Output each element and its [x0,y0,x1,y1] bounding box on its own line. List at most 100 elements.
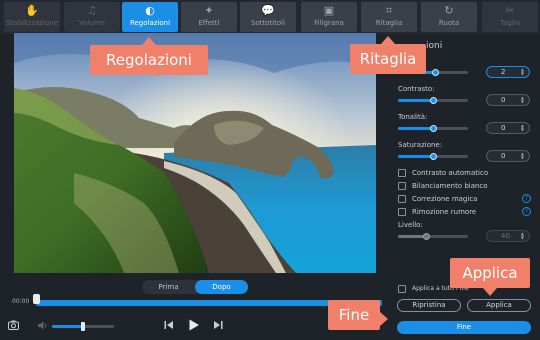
spinner-arrows-icon[interactable]: ▲ ▼ [521,96,524,104]
adjustments-panel: ioni 2 ▲ ▼ Contrasto: 0 ▲ ▼ Tonalità: 0 ▲ ▼ Sa… [390,34,540,340]
noise-removal-checkbox[interactable] [398,208,406,216]
tab-ritaglia[interactable]: ⌗ Ritaglia [361,2,417,32]
music-note-icon: ♫ [87,4,97,17]
tab-regolazioni[interactable]: ◐ Regolazioni [122,2,178,32]
callout-apply-text: Applica [462,264,518,282]
help-icon[interactable]: ? [522,194,531,203]
callout-pointer [380,312,388,326]
callout-pointer [483,288,497,296]
crop-icon: ⌗ [385,4,393,17]
magic-correction-label: Correzione magica [412,195,478,203]
volume-slider[interactable] [52,322,114,331]
tab-filigrana[interactable]: ▣ Filigrana [301,2,357,32]
volume-knob[interactable] [81,322,85,331]
callout-adjustments: Regolazioni [90,37,208,75]
contrast-value-text: 0 [501,96,506,104]
tab-label: Ruota [438,19,460,27]
tab-volume[interactable]: ♫ Volume [64,2,120,32]
camera-icon[interactable] [8,320,19,334]
slider-knob[interactable] [430,125,437,132]
tab-label: Effetti [198,19,220,27]
brightness-value[interactable]: 2 ▲ ▼ [486,66,530,78]
saturation-value[interactable]: 0 ▲ ▼ [486,150,530,162]
callout-pointer [142,37,156,45]
before-button[interactable]: Prima [142,280,195,294]
playhead[interactable] [33,294,40,304]
spinner-arrows-icon[interactable]: ▲ ▼ [521,68,524,76]
slider-knob[interactable] [430,153,437,160]
tab-label: Taglia [499,19,521,27]
slider-fill [398,235,426,238]
contrast-value[interactable]: 0 ▲ ▼ [486,94,530,106]
white-balance-label: Bilanciamento bianco [412,182,488,190]
hue-value[interactable]: 0 ▲ ▼ [486,122,530,134]
hue-value-text: 0 [501,124,506,132]
callout-crop: Ritaglia [350,36,426,74]
brightness-value-text: 2 [501,68,506,76]
slider-knob[interactable] [432,69,440,76]
after-button[interactable]: Dopo [195,280,248,294]
contrast-slider[interactable] [398,97,468,104]
slider-knob[interactable] [423,233,430,240]
tab-sottotitoli[interactable]: 💬 Sottotitoli [240,2,296,32]
watermark-icon: ▣ [323,4,335,17]
saturation-label: Saturazione: [398,141,443,149]
level-slider[interactable] [398,233,468,240]
saturation-slider[interactable] [398,153,468,160]
help-icon[interactable]: ? [522,207,531,216]
tab-label: Ritaglia [375,19,403,27]
volume-fill [52,325,83,328]
panel-title: ioni [426,41,443,51]
slider-fill [398,99,433,102]
slider-fill [398,155,433,158]
play-icon[interactable] [188,319,200,335]
magic-correction-checkbox[interactable] [398,195,406,203]
slider-knob[interactable] [430,97,437,104]
level-value-text: 40 [501,232,510,240]
tab-label: Regolazioni [129,19,171,27]
hue-slider[interactable] [398,125,468,132]
tab-effetti[interactable]: ✦ Effetti [181,2,237,32]
contrast-icon: ◐ [145,4,155,17]
tab-label: Sottotitoli [250,19,286,27]
before-after-toggle: Prima Dopo [142,280,248,294]
spinner-arrows-icon[interactable]: ▲ ▼ [521,124,524,132]
next-frame-icon[interactable] [213,320,223,334]
callout-apply: Applica [450,258,530,296]
speech-bubble-icon: 💬 [261,4,275,17]
tab-ruota[interactable]: ↻ Ruota [421,2,477,32]
hue-label: Tonalità: [398,113,428,121]
tab-stabilizzazione[interactable]: ✋ Stabilizzazione [4,2,60,32]
current-time: 00:00 [12,298,30,305]
level-label: Livello: [398,221,423,229]
tab-label: Filigrana [314,19,344,27]
auto-contrast-label: Contrasto automatico [412,169,489,177]
reset-button[interactable]: Ripristina [397,299,461,312]
spinner-arrows-icon[interactable]: ▲ ▼ [521,152,524,160]
scissors-icon: ✂ [505,4,515,17]
apply-all-checkbox[interactable] [398,285,406,293]
auto-contrast-checkbox[interactable] [398,169,406,177]
callout-pointer [381,36,395,44]
spinner-arrows-icon: ▲ ▼ [520,231,524,240]
callout-adjustments-text: Regolazioni [106,51,192,69]
rotate-icon: ↻ [444,4,454,17]
magic-wand-icon: ✦ [204,4,214,17]
callout-crop-text: Ritaglia [359,50,417,68]
tab-label: Volume [78,19,106,27]
saturation-value-text: 0 [501,152,506,160]
tab-label: Stabilizzazione [5,19,59,27]
noise-removal-label: Rimozione rumore [412,208,477,216]
done-button[interactable]: Fine [397,321,531,334]
slider-fill [398,127,433,130]
hand-icon: ✋ [25,4,39,17]
level-value: 40 ▲ ▼ [486,230,530,242]
speaker-icon[interactable] [38,321,48,334]
toolbar: ✋ Stabilizzazione ♫ Volume ◐ Regolazioni ✦ Effe… [0,0,540,34]
apply-button[interactable]: Applica [467,299,531,312]
previous-frame-icon[interactable] [164,320,174,334]
callout-done: Fine [328,300,388,330]
white-balance-checkbox[interactable] [398,182,406,190]
callout-done-text: Fine [338,306,370,324]
tab-taglia[interactable]: ✂ Taglia [482,2,538,32]
